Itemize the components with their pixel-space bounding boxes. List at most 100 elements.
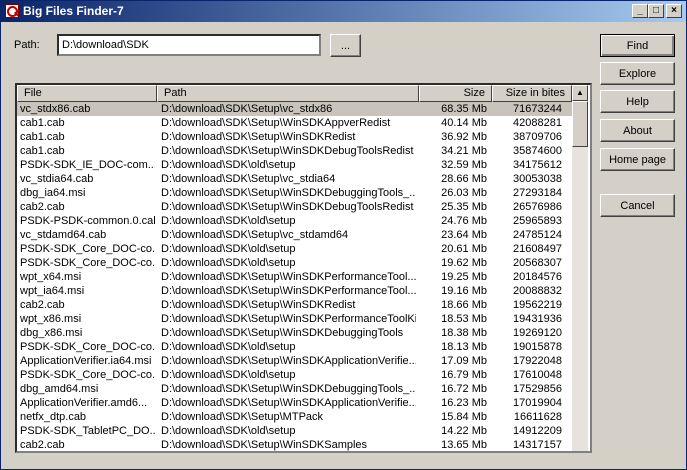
file-cell: PSDK-SDK_TabletPC_DO... (20, 425, 155, 437)
table-row[interactable]: dbg_amd64.msi D:\download\SDK\Setup\WinSD… (17, 382, 572, 396)
table-row[interactable]: ApplicationVerifier.ia64.msi D:\download\… (17, 354, 572, 368)
path-cell: D:\download\SDK\old\setup (161, 257, 296, 269)
size-cell: 68.35 Mb (441, 103, 487, 115)
table-row[interactable]: cab2.cab D:\download\SDK\Setup\WinSDKDebu… (17, 200, 572, 214)
file-cell: PSDK-SDK_Core_DOC-co... (20, 243, 155, 255)
table-row[interactable]: dbg_ia64.msi D:\download\SDK\Setup\WinSDK… (17, 186, 572, 200)
size-cell: 14.22 Mb (441, 425, 487, 437)
size-cell: 19.16 Mb (441, 285, 487, 297)
path-cell: D:\download\SDK\Setup\WinSDKSamples (161, 439, 368, 451)
title-bar[interactable]: Big Files Finder-7 _ □ × (1, 1, 686, 22)
size-in-bites-cell: 20184576 (513, 271, 562, 283)
find-button[interactable]: Find (600, 34, 675, 57)
about-button[interactable]: About (600, 119, 675, 142)
size-cell: 16.79 Mb (441, 369, 487, 381)
path-cell: D:\download\SDK\Setup\WinSDKRedist (161, 299, 356, 311)
size-in-bites-cell: 17529856 (513, 383, 562, 395)
table-row[interactable]: cab1.cab D:\download\SDK\Setup\WinSDKAppv… (17, 116, 572, 130)
column-header-path[interactable]: Path (157, 85, 419, 102)
help-button[interactable]: Help (600, 90, 675, 113)
path-cell: D:\download\SDK\old\setup (161, 369, 296, 381)
column-header-size[interactable]: Size (419, 85, 492, 102)
file-cell: ApplicationVerifier.ia64.msi (20, 355, 152, 367)
column-header-file[interactable]: File (17, 85, 157, 102)
close-icon[interactable]: × (666, 4, 682, 18)
file-cell: wpt_ia64.msi (20, 285, 85, 297)
size-in-bites-cell: 25965893 (513, 215, 562, 227)
cancel-button[interactable]: Cancel (600, 194, 675, 217)
file-cell: cab2.cab (20, 299, 65, 311)
size-cell: 36.92 Mb (441, 131, 487, 143)
size-in-bites-cell: 16611628 (513, 411, 562, 423)
path-cell: D:\download\SDK\Setup\WinSDKDebuggingToo… (161, 383, 416, 395)
explore-button[interactable]: Explore (600, 62, 675, 85)
path-cell: D:\download\SDK\Setup\WinSDKDebuggingToo… (161, 327, 404, 339)
path-input[interactable]: D:\download\SDK (57, 34, 321, 56)
size-cell: 26.03 Mb (441, 187, 487, 199)
table-row[interactable]: cab2.cab D:\download\SDK\Setup\WinSDKRedi… (17, 298, 572, 312)
table-row[interactable]: wpt_ia64.msi D:\download\SDK\Setup\WinSDK… (17, 284, 572, 298)
path-cell: D:\download\SDK\Setup\WinSDKPerformanceT… (161, 285, 416, 297)
table-row[interactable]: PSDK-SDK_Core_DOC-co... D:\download\SDK\o… (17, 242, 572, 256)
table-row[interactable]: wpt_x86.msi D:\download\SDK\Setup\WinSDKP… (17, 312, 572, 326)
size-in-bites-cell: 27293184 (513, 187, 562, 199)
path-cell: D:\download\SDK\Setup\WinSDKRedist (161, 131, 356, 143)
size-cell: 40.14 Mb (441, 117, 487, 129)
path-cell: D:\download\SDK\Setup\WinSDKAppverRedist (161, 117, 391, 129)
file-cell: ApplicationVerifier.amd6... (20, 397, 148, 409)
file-cell: wpt_x64.msi (20, 271, 82, 283)
size-in-bites-cell: 17019904 (513, 397, 562, 409)
size-cell: 25.35 Mb (441, 201, 487, 213)
table-row[interactable]: PSDK-SDK_TabletPC_DO... D:\download\SDK\o… (17, 424, 572, 438)
table-row[interactable]: vc_stdx86.cab D:\download\SDK\Setup\vc_st… (17, 102, 572, 116)
size-cell: 32.59 Mb (441, 159, 487, 171)
size-in-bites-cell: 21608497 (513, 243, 562, 255)
size-cell: 13.65 Mb (441, 439, 487, 451)
size-in-bites-cell: 19431936 (513, 313, 562, 325)
table-row[interactable]: cab1.cab D:\download\SDK\Setup\WinSDKRedi… (17, 130, 572, 144)
table-row[interactable]: cab1.cab D:\download\SDK\Setup\WinSDKDebu… (17, 144, 572, 158)
size-cell: 19.25 Mb (441, 271, 487, 283)
table-row[interactable]: netfx_dtp.cab D:\download\SDK\Setup\MTPac… (17, 410, 572, 424)
app-window: Big Files Finder-7 _ □ × Path: D:\downlo… (0, 0, 687, 470)
path-cell: D:\download\SDK\Setup\WinSDKApplicationV… (161, 355, 416, 367)
list-header: File Path Size Size in bites (17, 85, 572, 102)
table-row[interactable]: cab2.cab D:\download\SDK\Setup\WinSDKSamp… (17, 438, 572, 451)
path-cell: D:\download\SDK\Setup\WinSDKDebugToolsRe… (161, 145, 414, 157)
size-in-bites-cell: 19015878 (513, 341, 562, 353)
path-cell: D:\download\SDK\old\setup (161, 215, 296, 227)
browse-button[interactable]: ... (330, 34, 361, 57)
size-in-bites-cell: 42088281 (513, 117, 562, 129)
table-row[interactable]: vc_stdamd64.cab D:\download\SDK\Setup\vc_… (17, 228, 572, 242)
file-cell: dbg_ia64.msi (20, 187, 86, 199)
size-in-bites-cell: 34175612 (513, 159, 562, 171)
size-in-bites-cell: 14912209 (513, 425, 562, 437)
window-title: Big Files Finder-7 (23, 4, 124, 18)
table-row[interactable]: dbg_x86.msi D:\download\SDK\Setup\WinSDKD… (17, 326, 572, 340)
maximize-icon[interactable]: □ (648, 4, 664, 18)
size-cell: 19.62 Mb (441, 257, 487, 269)
scroll-thumb[interactable] (572, 101, 588, 147)
results-list[interactable]: File Path Size Size in bites vc_stdx86.c… (15, 83, 592, 453)
path-cell: D:\download\SDK\old\setup (161, 159, 296, 171)
table-row[interactable]: ApplicationVerifier.amd6... D:\download\S… (17, 396, 572, 410)
table-row[interactable]: PSDK-PSDK-common.0.cab D:\download\SDK\ol… (17, 214, 572, 228)
table-row[interactable]: PSDK-SDK_Core_DOC-co... D:\download\SDK\o… (17, 256, 572, 270)
minimize-icon[interactable]: _ (632, 4, 648, 18)
file-cell: PSDK-SDK_Core_DOC-co... (20, 341, 155, 353)
path-cell: D:\download\SDK\old\setup (161, 243, 296, 255)
path-cell: D:\download\SDK\Setup\WinSDKApplicationV… (161, 397, 416, 409)
table-row[interactable]: PSDK-SDK_Core_DOC-co... D:\download\SDK\o… (17, 340, 572, 354)
table-row[interactable]: PSDK-SDK_IE_DOC-com... D:\download\SDK\ol… (17, 158, 572, 172)
home-page-button[interactable]: Home page (600, 148, 675, 171)
table-row[interactable]: PSDK-SDK_Core_DOC-co... D:\download\SDK\o… (17, 368, 572, 382)
file-cell: cab2.cab (20, 439, 65, 451)
table-row[interactable]: wpt_x64.msi D:\download\SDK\Setup\WinSDKP… (17, 270, 572, 284)
list-rows: vc_stdx86.cab D:\download\SDK\Setup\vc_st… (17, 102, 572, 451)
size-cell: 18.53 Mb (441, 313, 487, 325)
column-header-size-in-bites[interactable]: Size in bites (492, 85, 572, 102)
vertical-scrollbar[interactable]: ▲ (572, 85, 588, 451)
table-row[interactable]: vc_stdia64.cab D:\download\SDK\Setup\vc_s… (17, 172, 572, 186)
size-in-bites-cell: 19562219 (513, 299, 562, 311)
scroll-up-icon[interactable]: ▲ (572, 85, 588, 101)
